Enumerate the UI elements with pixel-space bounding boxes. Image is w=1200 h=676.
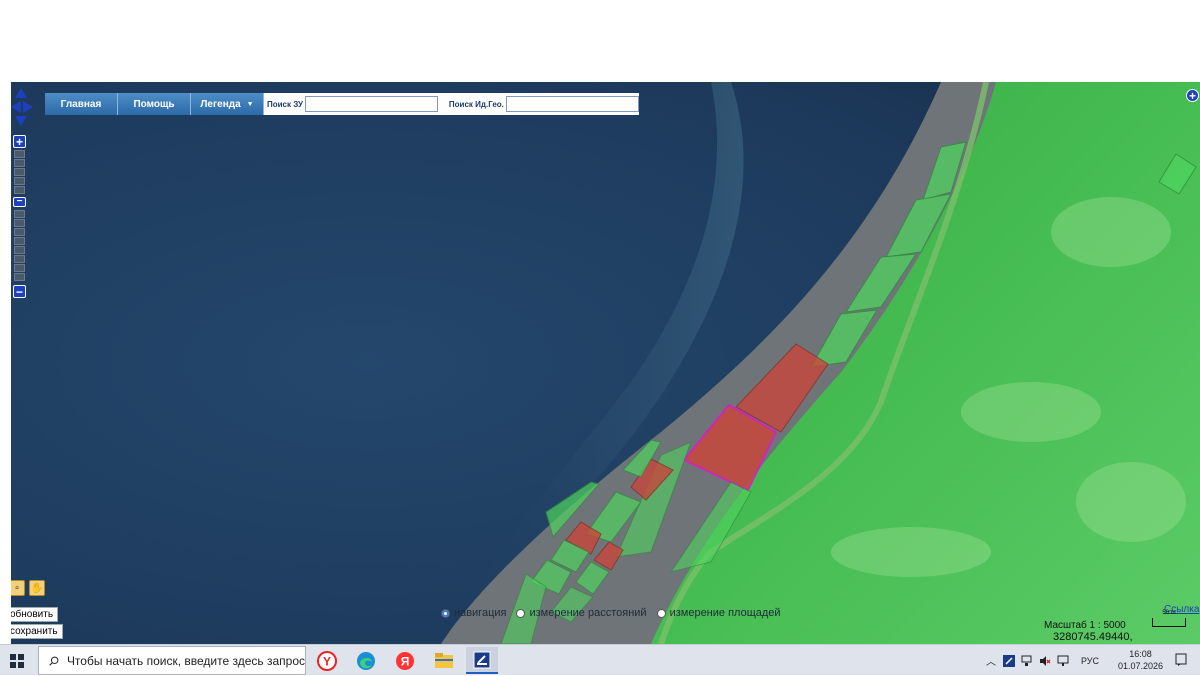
- taskbar-search-placeholder: Чтобы начать поиск, введите здесь запрос: [66, 653, 305, 668]
- scale-label: Масштаб 1 : 5000: [1044, 620, 1126, 631]
- taskbar-app-edge[interactable]: [350, 647, 382, 674]
- taskbar-clock[interactable]: 16:08 01.07.2026: [1118, 648, 1163, 672]
- map-mode-selector: навигация измерение расстояний измерение…: [441, 607, 781, 619]
- zoom-level-step[interactable]: [14, 159, 25, 167]
- system-tray: ︿ РУС: [985, 645, 1105, 676]
- app-window-icon: [473, 651, 491, 668]
- pan-left-icon[interactable]: [11, 101, 21, 113]
- taskbar: Чтобы начать поиск, введите здесь запрос…: [0, 644, 1200, 675]
- taskbar-app-yandex-browser[interactable]: Y: [311, 647, 343, 674]
- mode-navigation-label: навигация: [454, 607, 507, 619]
- zoom-level-step[interactable]: [14, 186, 25, 194]
- windows-logo-icon: [10, 653, 24, 668]
- taskbar-app-file-explorer[interactable]: [428, 647, 460, 674]
- zoom-level-step[interactable]: [14, 255, 25, 263]
- search-id-input[interactable]: [505, 96, 639, 112]
- zoom-level-step[interactable]: [14, 210, 25, 218]
- mode-measure-distance-label: измерение расстояний: [529, 607, 647, 619]
- save-button[interactable]: сохранить: [11, 624, 63, 639]
- display-icon[interactable]: [1057, 655, 1069, 667]
- zoom-level-step[interactable]: [14, 246, 25, 254]
- zoom-level-step[interactable]: [14, 177, 25, 185]
- taskbar-app-window[interactable]: [466, 647, 498, 674]
- refresh-button[interactable]: обновить: [11, 607, 59, 622]
- pan-up-icon[interactable]: [15, 88, 27, 98]
- cursor-coordinates: 3280745.49440, 462494.67012: [1053, 631, 1133, 644]
- svg-text:Y: Y: [323, 654, 331, 668]
- edge-icon: [357, 651, 375, 670]
- search-zu-label: Поиск ЗУ: [267, 99, 303, 109]
- zoom-level-step[interactable]: [14, 150, 25, 158]
- legend-button-label: Легенда: [200, 98, 241, 110]
- zoom-level-step[interactable]: [14, 273, 25, 281]
- yandex-icon: Я: [396, 651, 414, 670]
- zoom-level-step[interactable]: [14, 228, 25, 236]
- radio-navigation[interactable]: [441, 608, 450, 618]
- language-indicator[interactable]: РУС: [1081, 656, 1099, 666]
- svg-text:Я: Я: [401, 654, 410, 668]
- home-button[interactable]: Главная: [45, 93, 118, 115]
- start-button[interactable]: [0, 645, 34, 676]
- chevron-down-icon: ▼: [246, 100, 254, 108]
- layer-switcher-plus-icon[interactable]: +: [1186, 89, 1199, 102]
- box-zoom-icon[interactable]: ▫: [11, 580, 25, 596]
- zoom-slider-handle[interactable]: −: [13, 197, 26, 207]
- satellite-map[interactable]: [11, 82, 1200, 644]
- clock-time: 16:08: [1129, 649, 1152, 659]
- search-id-label: Поиск Ид.Гео.: [448, 99, 504, 109]
- scale-bar-label: 50 m: [1162, 610, 1176, 616]
- zoom-out-button[interactable]: −: [13, 285, 26, 298]
- zoom-level-step[interactable]: [14, 264, 25, 272]
- legend-button[interactable]: Легенда ▼: [191, 93, 264, 115]
- zoom-in-button[interactable]: +: [13, 135, 26, 148]
- pan-control: [11, 88, 34, 128]
- volume-muted-icon[interactable]: [1039, 655, 1051, 667]
- radio-measure-distance[interactable]: [516, 608, 526, 618]
- zoom-level-step[interactable]: [14, 237, 25, 245]
- mode-measure-distance[interactable]: измерение расстояний: [516, 607, 647, 619]
- notification-icon[interactable]: [1175, 653, 1187, 667]
- mode-measure-area-label: измерение площадей: [669, 607, 781, 619]
- home-button-label: Главная: [60, 98, 102, 110]
- help-button[interactable]: Помощь: [118, 93, 191, 115]
- chevron-up-icon[interactable]: ︿: [985, 655, 997, 668]
- network-icon[interactable]: [1021, 655, 1033, 667]
- help-button-label: Помощь: [133, 98, 175, 110]
- pan-right-icon[interactable]: [23, 101, 33, 113]
- map-viewport[interactable]: Главная Помощь Легенда ▼ Поиск ЗУ Поиск И…: [11, 82, 1200, 644]
- radio-measure-area[interactable]: [656, 608, 666, 618]
- clock-date: 01.07.2026: [1118, 661, 1164, 671]
- hand-pan-icon[interactable]: ✋: [29, 580, 45, 596]
- zoom-level-step[interactable]: [14, 168, 25, 176]
- taskbar-app-yandex[interactable]: Я: [389, 647, 421, 674]
- tray-app-icon[interactable]: [1003, 654, 1015, 667]
- folder-icon: [435, 652, 453, 668]
- top-toolbar: Главная Помощь Легенда ▼ Поиск ЗУ Поиск И…: [45, 93, 639, 115]
- pan-down-icon[interactable]: [15, 116, 27, 126]
- search-icon: [49, 656, 59, 666]
- search-zu-input[interactable]: [304, 96, 438, 112]
- mode-navigation[interactable]: навигация: [441, 607, 506, 619]
- zoom-level-step[interactable]: [14, 219, 25, 227]
- mode-measure-area[interactable]: измерение площадей: [656, 607, 781, 619]
- yandex-browser-icon: Y: [317, 650, 337, 671]
- taskbar-search-box[interactable]: Чтобы начать поиск, введите здесь запрос: [38, 646, 306, 675]
- scale-bar: 50 m: [1152, 610, 1186, 627]
